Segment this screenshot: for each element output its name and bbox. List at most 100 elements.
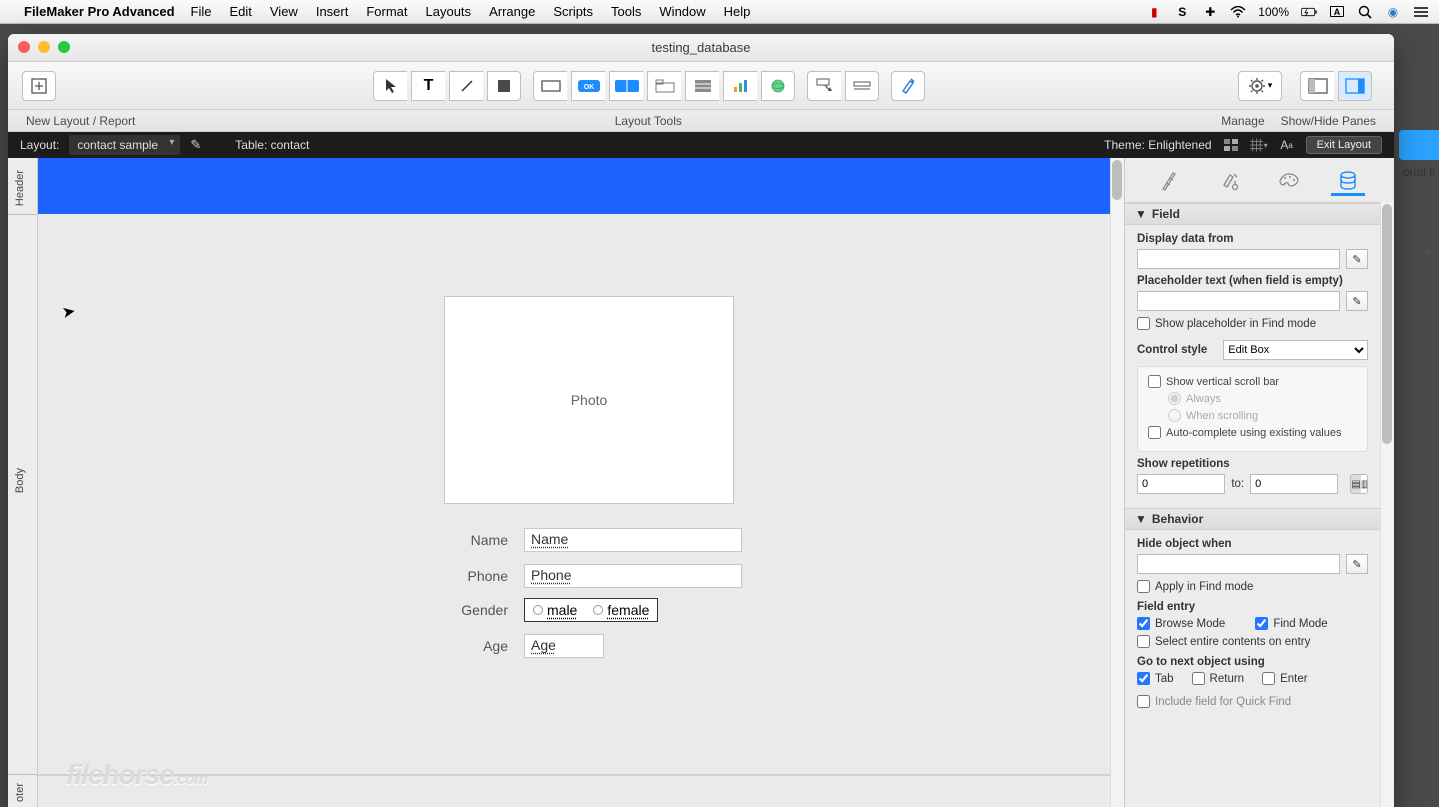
rep-from-input[interactable] — [1137, 474, 1225, 494]
canvas-scrollbar[interactable] — [1110, 158, 1124, 807]
name-field[interactable]: Name — [524, 528, 742, 552]
menuextra-icon-1[interactable]: ▮ — [1146, 4, 1162, 20]
label-display-from: Display data from — [1137, 233, 1368, 245]
inspector-tab-styles[interactable] — [1213, 168, 1247, 196]
window-title: testing_database — [651, 40, 750, 55]
always-radio — [1168, 392, 1181, 405]
main-area: Header Body oter ➤ Photo Name Name Phone… — [8, 158, 1394, 807]
manage-button[interactable]: ▾ — [1238, 71, 1282, 101]
enter-checkbox[interactable] — [1262, 672, 1275, 685]
menu-view[interactable]: View — [270, 4, 298, 19]
window-zoom-button[interactable] — [58, 41, 70, 53]
control-style-select[interactable]: Edit Box — [1223, 340, 1368, 360]
window-minimize-button[interactable] — [38, 41, 50, 53]
format-painter-tool[interactable] — [891, 71, 925, 101]
menu-layouts[interactable]: Layouts — [426, 4, 472, 19]
exit-layout-button[interactable]: Exit Layout — [1306, 136, 1382, 154]
menuextra-icon-3[interactable]: ✚ — [1202, 4, 1218, 20]
apply-find-checkbox[interactable] — [1137, 580, 1150, 593]
photo-field[interactable]: Photo — [444, 296, 734, 504]
menu-window[interactable]: Window — [659, 4, 705, 19]
spotlight-icon[interactable] — [1357, 4, 1373, 20]
part-label-footer[interactable]: oter — [14, 783, 26, 802]
toggle-left-pane[interactable] — [1300, 71, 1334, 101]
menuextra-globe-icon[interactable]: ◉ — [1385, 4, 1401, 20]
menu-format[interactable]: Format — [366, 4, 407, 19]
show-placeholder-find-checkbox[interactable] — [1137, 317, 1150, 330]
placeholder-edit-button[interactable]: ✎ — [1346, 291, 1368, 311]
menu-file[interactable]: File — [191, 4, 212, 19]
selection-tool[interactable] — [373, 71, 407, 101]
show-vscroll-checkbox[interactable] — [1148, 375, 1161, 388]
menu-help[interactable]: Help — [724, 4, 751, 19]
new-layout-button[interactable] — [22, 71, 56, 101]
label-goto-next: Go to next object using — [1137, 656, 1368, 668]
menu-edit[interactable]: Edit — [229, 4, 251, 19]
part-divider-1[interactable] — [8, 214, 37, 215]
section-behavior[interactable]: ▼Behavior — [1125, 508, 1380, 530]
layout-canvas[interactable]: ➤ Photo Name Name Phone Phone Gender mal… — [38, 158, 1124, 807]
inspector-tab-data[interactable] — [1331, 168, 1365, 196]
menuextra-a-icon[interactable]: A — [1329, 4, 1345, 20]
part-label-header[interactable]: Header — [14, 170, 26, 206]
app-name[interactable]: FileMaker Pro Advanced — [24, 4, 175, 19]
browse-mode-checkbox[interactable] — [1137, 617, 1150, 630]
body-part[interactable]: ➤ Photo Name Name Phone Phone Gender mal… — [38, 214, 1124, 774]
buttonbar-tool[interactable] — [609, 71, 643, 101]
menu-scripts[interactable]: Scripts — [553, 4, 593, 19]
quickfind-checkbox[interactable] — [1137, 695, 1150, 708]
gender-field[interactable]: male female — [524, 598, 658, 622]
canvas-scroll-thumb[interactable] — [1112, 160, 1122, 200]
rep-to-input[interactable] — [1250, 474, 1338, 494]
theme-picker-icon[interactable] — [1222, 136, 1240, 154]
part-label-body[interactable]: Body — [14, 468, 26, 493]
button-tool[interactable]: OK — [571, 71, 605, 101]
toolbar-labels-row: New Layout / Report Layout Tools Manage … — [8, 110, 1394, 132]
rep-orientation-toggle[interactable]: ▤▥ — [1350, 474, 1368, 494]
window-close-button[interactable] — [18, 41, 30, 53]
tab-tool[interactable] — [647, 71, 681, 101]
wifi-icon[interactable] — [1230, 4, 1246, 20]
find-mode-checkbox[interactable] — [1255, 617, 1268, 630]
display-from-edit-button[interactable]: ✎ — [1346, 249, 1368, 269]
toggle-right-pane[interactable] — [1338, 71, 1372, 101]
chart-tool[interactable] — [723, 71, 757, 101]
autocomplete-checkbox[interactable] — [1148, 426, 1161, 439]
when-scrolling-radio — [1168, 409, 1181, 422]
text-tool[interactable]: T — [411, 71, 445, 101]
label-field-entry: Field entry — [1137, 601, 1368, 613]
inspector-tab-appearance[interactable] — [1272, 168, 1306, 196]
part-tool[interactable] — [845, 71, 879, 101]
field-picker-tool[interactable] — [807, 71, 841, 101]
rect-tool[interactable] — [487, 71, 521, 101]
line-tool[interactable] — [449, 71, 483, 101]
portal-tool[interactable] — [685, 71, 719, 101]
menu-insert[interactable]: Insert — [316, 4, 349, 19]
hide-when-input[interactable] — [1137, 554, 1340, 574]
notification-center-icon[interactable] — [1413, 4, 1429, 20]
layout-select[interactable]: contact sample — [69, 135, 180, 155]
placeholder-input[interactable] — [1137, 291, 1340, 311]
inspector-scrollbar[interactable] — [1380, 202, 1394, 807]
menu-arrange[interactable]: Arrange — [489, 4, 535, 19]
display-from-input[interactable] — [1137, 249, 1340, 269]
grid-icon[interactable]: ▾ — [1250, 136, 1268, 154]
inspector-scroll-thumb[interactable] — [1382, 204, 1392, 444]
menu-tools[interactable]: Tools — [611, 4, 641, 19]
text-format-icon[interactable]: Aa — [1278, 136, 1296, 154]
header-part[interactable] — [38, 158, 1124, 214]
field-tool[interactable] — [533, 71, 567, 101]
age-field[interactable]: Age — [524, 634, 604, 658]
menuextra-icon-2[interactable]: S — [1174, 4, 1190, 20]
part-divider-2[interactable] — [8, 774, 37, 775]
battery-icon[interactable] — [1301, 4, 1317, 20]
select-entire-checkbox[interactable] — [1137, 635, 1150, 648]
webviewer-tool[interactable] — [761, 71, 795, 101]
phone-field[interactable]: Phone — [524, 564, 742, 588]
tab-checkbox[interactable] — [1137, 672, 1150, 685]
edit-layout-name-icon[interactable]: ✎ — [190, 137, 201, 153]
return-checkbox[interactable] — [1192, 672, 1205, 685]
section-field[interactable]: ▼Field — [1125, 203, 1380, 225]
inspector-tab-position[interactable] — [1154, 168, 1188, 196]
hide-when-edit-button[interactable]: ✎ — [1346, 554, 1368, 574]
